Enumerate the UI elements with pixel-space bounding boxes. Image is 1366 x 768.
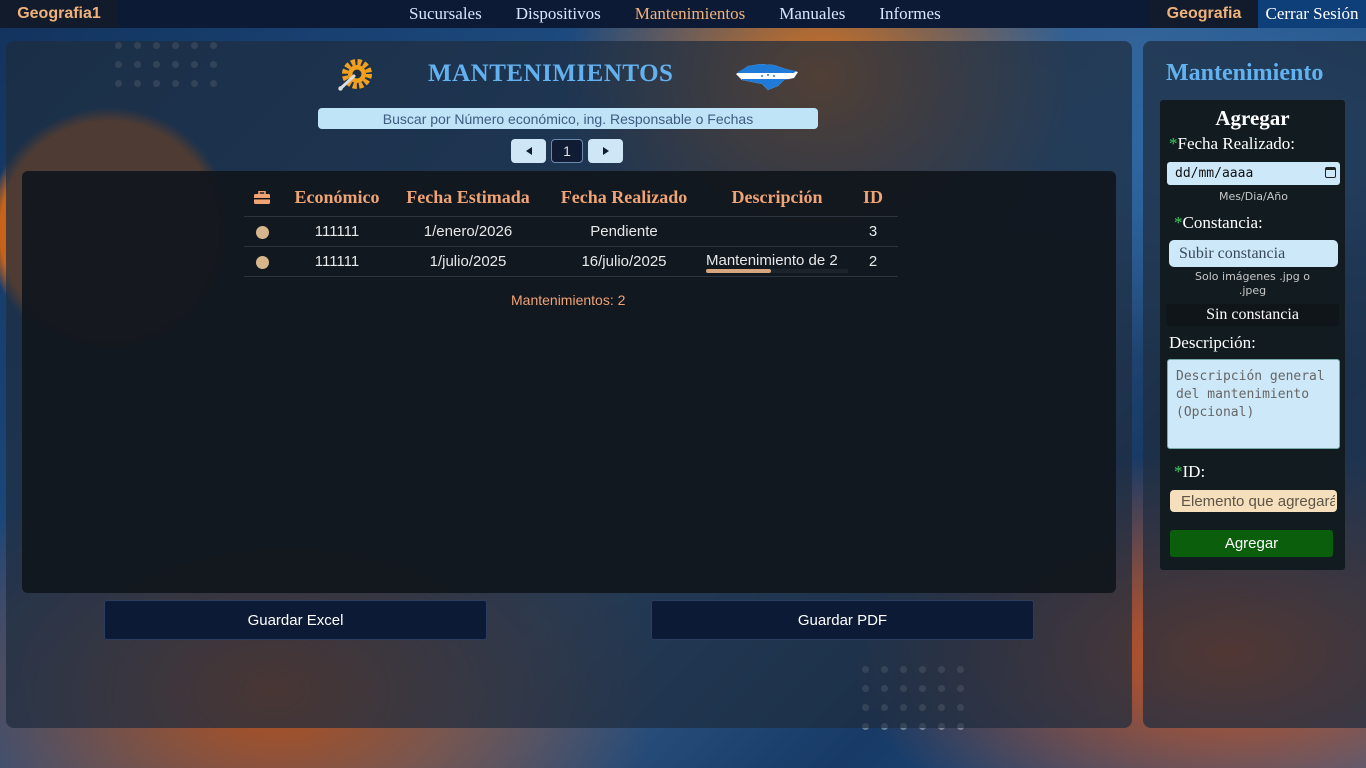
row-status <box>244 246 280 277</box>
required-mark: * <box>1169 134 1178 153</box>
record-count: Mantenimientos: 2 <box>511 292 626 308</box>
page-title: MANTENIMIENTOS <box>428 60 674 87</box>
upload-hint: Solo imágenes .jpg o .jpeg <box>1195 270 1310 297</box>
col-header-descripcion: Descripción <box>706 178 848 217</box>
save-pdf-button[interactable]: Guardar PDF <box>651 600 1034 640</box>
cell-fecha-estimada: 1/julio/2025 <box>394 246 542 277</box>
date-placeholder: dd/mm/aaaa <box>1175 166 1254 181</box>
nav-link-informes[interactable]: Informes <box>862 0 957 28</box>
cell-descripcion: Mantenimiento de 2 <box>706 246 848 277</box>
cell-descripcion <box>706 216 848 247</box>
nav-links: Sucursales Dispositivos Mantenimientos M… <box>392 0 958 28</box>
row-status <box>244 216 280 247</box>
col-header-id: ID <box>848 178 898 217</box>
cell-economico: 111111 <box>280 246 394 277</box>
status-dot-icon <box>255 225 269 239</box>
scrollbar-thumb[interactable] <box>706 268 771 273</box>
fecha-realizado-input[interactable]: dd/mm/aaaa <box>1167 162 1340 185</box>
user-name: Geografia <box>1150 0 1258 28</box>
chevron-right-icon <box>602 147 609 155</box>
id-label: *ID: <box>1174 462 1206 481</box>
file-status: Sin constancia <box>1166 304 1339 326</box>
gear-wrench-icon <box>338 59 372 91</box>
toolbox-header <box>244 178 280 217</box>
description-scroll-container[interactable]: Mantenimiento de 2 <box>706 251 848 273</box>
required-mark: * <box>1174 213 1183 232</box>
col-header-fecha-realizado: Fecha Realizado <box>542 178 706 217</box>
fecha-label: *Fecha Realizado: <box>1169 134 1296 153</box>
descripcion-label: Descripción: <box>1169 333 1256 352</box>
honduras-map-icon <box>736 64 798 90</box>
required-mark: * <box>1174 462 1183 481</box>
descripcion-textarea[interactable] <box>1167 359 1340 449</box>
maintenance-table: Económico Fecha Estimada Fecha Realizado… <box>244 178 898 277</box>
constancia-label: *Constancia: <box>1174 213 1263 232</box>
cell-economico: 111111 <box>280 216 394 247</box>
table-row[interactable]: 111111 1/enero/2026 Pendiente 3 <box>244 216 898 247</box>
status-dot-icon <box>255 255 269 269</box>
next-page-button[interactable] <box>588 139 623 163</box>
nav-link-manuales[interactable]: Manuales <box>762 0 862 28</box>
col-header-economico: Económico <box>280 178 394 217</box>
table-header-row: Económico Fecha Estimada Fecha Realizado… <box>244 178 898 217</box>
current-page-button[interactable]: 1 <box>551 139 583 163</box>
cell-fecha-realizado: Pendiente <box>542 216 706 247</box>
cell-fecha-estimada: 1/enero/2026 <box>394 216 542 247</box>
logout-button[interactable]: Cerrar Sesión <box>1258 0 1366 28</box>
save-excel-button[interactable]: Guardar Excel <box>104 600 487 640</box>
calendar-icon[interactable] <box>1325 167 1336 178</box>
nav-link-mantenimientos[interactable]: Mantenimientos <box>618 0 762 28</box>
chevron-left-icon <box>525 147 532 155</box>
id-input[interactable] <box>1170 490 1337 512</box>
prev-page-button[interactable] <box>511 139 546 163</box>
search-input[interactable] <box>318 108 818 129</box>
description-text: Mantenimiento de 2 <box>706 251 838 269</box>
table-row[interactable]: 111111 1/julio/2025 16/julio/2025 Manten… <box>244 246 898 277</box>
toolbox-icon <box>254 191 270 205</box>
brand-label: Geografia1 <box>0 0 118 28</box>
side-title: Mantenimiento <box>1166 60 1324 86</box>
upload-constancia-button[interactable]: Subir constancia <box>1169 240 1338 267</box>
horizontal-scrollbar[interactable] <box>706 268 848 273</box>
top-nav: Geografia1 Sucursales Dispositivos Mante… <box>0 0 1366 28</box>
form-title: Agregar <box>1215 106 1290 130</box>
nav-link-dispositivos[interactable]: Dispositivos <box>499 0 618 28</box>
cell-id: 2 <box>848 246 898 277</box>
nav-link-sucursales[interactable]: Sucursales <box>392 0 499 28</box>
col-header-fecha-estimada: Fecha Estimada <box>394 178 542 217</box>
cell-fecha-realizado: 16/julio/2025 <box>542 246 706 277</box>
date-hint: Mes/Dia/Año <box>1219 190 1288 203</box>
add-button[interactable]: Agregar <box>1170 530 1333 557</box>
cell-id: 3 <box>848 216 898 247</box>
